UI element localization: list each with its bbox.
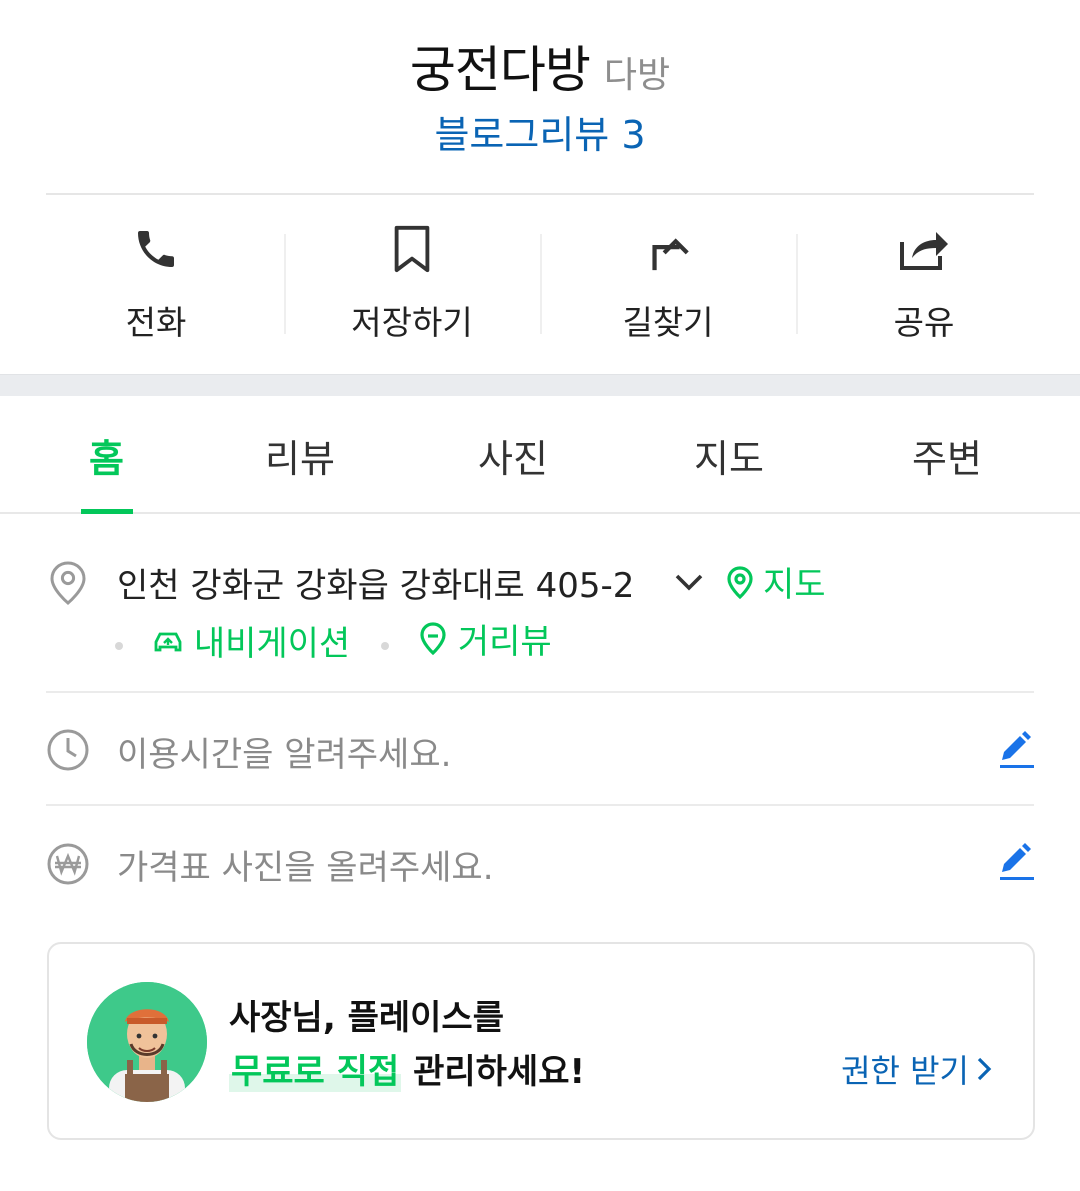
tab-home[interactable]: 홈	[89, 428, 124, 483]
chevron-down-icon[interactable]	[673, 566, 705, 598]
section-separator	[0, 374, 1080, 396]
street-view-label: 거리뷰	[457, 622, 552, 662]
banner-title: 사장님, 플레이스를	[229, 998, 504, 1038]
tab-photo[interactable]: 사진	[478, 428, 548, 483]
directions-icon	[640, 224, 696, 274]
directions-label: 길찾기	[622, 303, 714, 342]
map-link-label: 지도	[763, 565, 826, 605]
pencil-icon	[1000, 731, 1034, 768]
save-label: 저장하기	[351, 303, 473, 342]
location-pin-icon	[47, 560, 89, 605]
edit-hours-button[interactable]	[996, 730, 1036, 770]
street-view-link[interactable]: 거리뷰	[418, 614, 552, 663]
chevron-right-icon	[977, 1057, 992, 1081]
tab-nearby[interactable]: 주변	[912, 428, 982, 483]
place-category: 다방	[603, 55, 671, 96]
clock-icon	[46, 728, 89, 771]
map-pin-icon	[727, 566, 753, 600]
owner-avatar	[87, 982, 207, 1102]
blog-review-link[interactable]: 블로그리뷰 3	[0, 104, 1080, 159]
divider	[46, 691, 1034, 693]
tab-map[interactable]: 지도	[694, 428, 764, 483]
map-link[interactable]: 지도	[725, 557, 826, 606]
share-icon	[896, 224, 952, 274]
navigation-link[interactable]: 내비게이션	[152, 616, 350, 665]
bullet-dot	[115, 642, 123, 650]
banner-subtitle: 무료로 직접 관리하세요!	[229, 1044, 585, 1093]
call-button[interactable]: 전화	[28, 214, 284, 344]
street-view-icon	[420, 621, 446, 655]
tab-bar: 홈 리뷰 사진 지도 주변	[0, 396, 1080, 514]
car-icon	[154, 632, 182, 651]
pencil-icon	[1000, 843, 1034, 880]
won-icon	[46, 842, 89, 885]
banner-highlight: 무료로 직접	[229, 1052, 402, 1092]
hours-hint: 이용시간을 알려주세요.	[117, 735, 452, 775]
call-label: 전화	[125, 303, 187, 342]
bullet-dot	[381, 642, 390, 650]
active-tab-indicator	[81, 509, 133, 514]
share-button[interactable]: 공유	[796, 214, 1052, 344]
save-button[interactable]: 저장하기	[284, 214, 540, 344]
place-header: 궁전다방 다방 블로그리뷰 3	[0, 0, 1080, 195]
place-detail-page: 궁전다방 다방 블로그리뷰 3 전화 저장하기 길찾기 공유 홈 리뷰 사진 지…	[0, 0, 1080, 1191]
divider	[46, 804, 1034, 806]
address-sub-links: 내비게이션 거리뷰	[115, 614, 572, 665]
edit-price-button[interactable]	[996, 842, 1036, 882]
get-permission-link[interactable]: 권한 받기	[841, 1046, 993, 1092]
banner-subtitle-rest: 관리하세요!	[401, 1052, 585, 1092]
title-row: 궁전다방 다방	[0, 30, 1080, 102]
navigation-label: 내비게이션	[193, 624, 351, 664]
price-hint: 가격표 사진을 올려주세요.	[117, 848, 494, 888]
permission-label: 권한 받기	[841, 1052, 969, 1090]
place-name: 궁전다방	[409, 41, 591, 99]
divider	[46, 193, 1034, 195]
tab-review[interactable]: 리뷰	[265, 428, 335, 483]
address-text: 인천 강화군 강화읍 강화대로 405-2	[117, 566, 635, 606]
phone-icon	[128, 224, 184, 274]
share-label: 공유	[893, 303, 955, 342]
owner-promo-banner[interactable]: 사장님, 플레이스를 무료로 직접 관리하세요! 권한 받기	[47, 942, 1035, 1140]
directions-button[interactable]: 길찾기	[540, 214, 796, 344]
bookmark-icon	[384, 224, 440, 274]
action-bar: 전화 저장하기 길찾기 공유	[28, 214, 1052, 344]
